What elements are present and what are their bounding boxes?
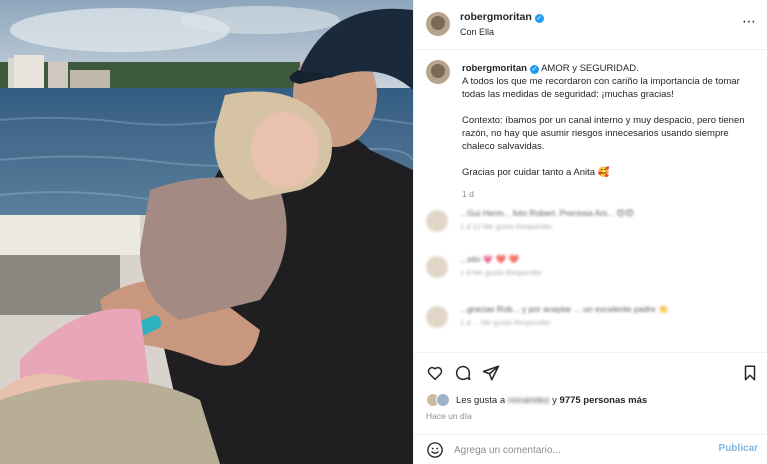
post-header: robergmoritan ✓ Con Ella ⋯ <box>414 0 767 50</box>
comment-meta: 1 d ... Me gusta Responder <box>460 318 551 327</box>
likes-text[interactable]: Les gusta a nonandez y 9775 personas más <box>456 395 647 406</box>
comments-list: ...Gui Herm... foto Robert. Preciosa Ani… <box>414 208 767 348</box>
paper-plane-icon[interactable] <box>481 363 501 383</box>
caption-paragraph-1: A todos los que me recordaron con cariño… <box>462 76 740 100</box>
posted-time: Hace un día <box>426 411 472 421</box>
likes-middle: y <box>552 394 557 406</box>
smiley-icon[interactable] <box>426 441 444 459</box>
comment-input[interactable] <box>454 442 704 458</box>
caption-headline: AMOR y SEGURIDAD. <box>541 63 639 74</box>
comment-avatar[interactable] <box>426 256 448 278</box>
comment-text: ...sito 💗 ❤️ ❤️ <box>460 254 520 264</box>
comment-meta: 1 d Me gusta Responder <box>460 268 543 277</box>
comment-item: ...Gui Herm... foto Robert. Preciosa Ani… <box>426 208 756 238</box>
caption-paragraph-2: Contexto: íbamos por un canal interno y … <box>462 115 745 152</box>
caption-body: robergmoritan ✓ AMOR y SEGURIDAD. A todos… <box>462 62 752 201</box>
post-side-panel: robergmoritan ✓ Con Ella ⋯ robergmoritan ✓… <box>413 0 767 464</box>
heart-icon[interactable] <box>425 363 445 383</box>
verified-badge-icon: ✓ <box>534 14 544 23</box>
more-options-icon[interactable]: ⋯ <box>742 14 756 30</box>
author-avatar[interactable] <box>426 12 450 36</box>
likes-prefix: Les gusta a <box>456 394 506 406</box>
comment-bubble-icon[interactable] <box>453 363 473 383</box>
caption-author-avatar[interactable] <box>426 60 450 84</box>
author-username[interactable]: robergmoritan <box>460 11 532 23</box>
comment-avatar[interactable] <box>426 210 448 232</box>
add-comment-bar: Publicar <box>414 434 767 464</box>
liker-avatar <box>436 393 450 407</box>
post-photo-illustration <box>0 0 413 464</box>
caption-paragraph-3: Gracias por cuidar tanto a Anita 🥰 <box>462 167 610 178</box>
likes-summary[interactable]: Les gusta a nonandez y 9775 personas más <box>426 393 647 407</box>
post-actions: Les gusta a nonandez y 9775 personas más… <box>414 352 767 440</box>
author-username-row[interactable]: robergmoritan ✓ <box>460 11 544 23</box>
comment-text: ...Gui Herm... foto Robert. Preciosa Ani… <box>460 208 635 218</box>
comment-text: ...gracias Rob... y por aceptar ... un e… <box>460 304 669 314</box>
post-photo[interactable] <box>0 0 413 464</box>
caption-username[interactable]: robergmoritan <box>462 63 527 74</box>
comment-item: ...sito 💗 ❤️ ❤️ 1 d Me gusta Responder <box>426 254 756 284</box>
post-subtitle[interactable]: Con Ella <box>460 27 494 37</box>
comment-item: ...gracias Rob... y por aceptar ... un e… <box>426 304 756 334</box>
comment-avatar[interactable] <box>426 306 448 328</box>
bookmark-icon[interactable] <box>740 363 760 383</box>
likes-count[interactable]: 9775 personas más <box>560 395 648 406</box>
comment-meta: 1 d 12 Me gusta Responder <box>460 222 553 231</box>
caption-time: 1 d <box>462 189 474 199</box>
caption-verified-badge-icon: ✓ <box>529 65 539 74</box>
publish-button[interactable]: Publicar <box>719 443 758 454</box>
likes-first-name[interactable]: nonandez <box>508 395 550 406</box>
